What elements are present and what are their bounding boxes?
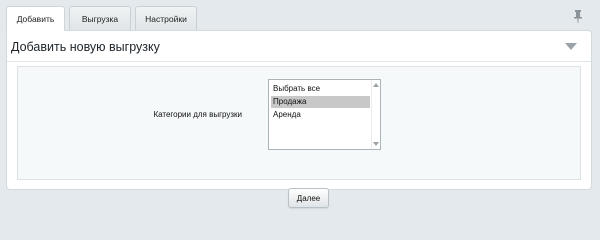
option-select-all[interactable]: Выбрать все xyxy=(271,83,370,95)
export-panel: Добавить новую выгрузку Категории для вы… xyxy=(6,30,592,208)
tab-add[interactable]: Добавить xyxy=(6,6,65,31)
tab-export[interactable]: Выгрузка xyxy=(69,6,131,30)
scroll-down-icon[interactable] xyxy=(372,140,380,148)
next-button[interactable]: Далее xyxy=(288,188,329,208)
pin-icon[interactable] xyxy=(572,9,584,23)
scroll-up-icon[interactable] xyxy=(372,81,380,89)
option-sale[interactable]: Продажа xyxy=(271,96,370,108)
categories-label: Категории для выгрузки xyxy=(153,110,242,119)
form-area: Категории для выгрузки Выбрать все Прода… xyxy=(17,66,581,208)
chevron-down-icon[interactable] xyxy=(565,43,577,50)
categories-listbox[interactable]: Выбрать все Продажа Аренда xyxy=(268,79,381,150)
tab-settings[interactable]: Настройки xyxy=(135,6,197,30)
panel-header: Добавить новую выгрузку xyxy=(7,31,591,62)
panel-title: Добавить новую выгрузку xyxy=(11,40,160,54)
listbox-scrollbar[interactable] xyxy=(371,80,380,149)
option-rent[interactable]: Аренда xyxy=(271,109,370,121)
